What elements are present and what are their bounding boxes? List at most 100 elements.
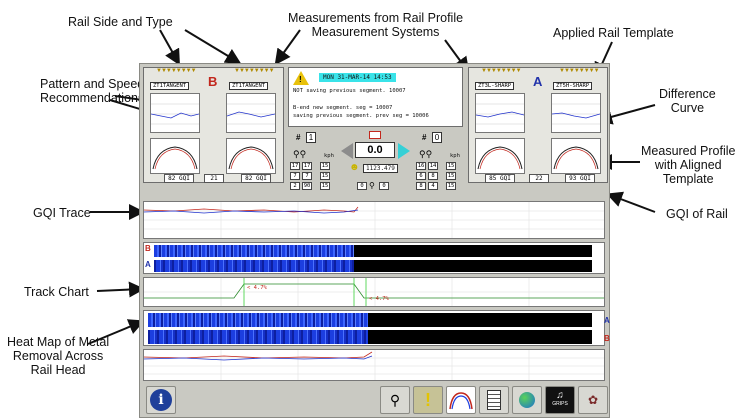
profile-button[interactable] [446, 386, 476, 414]
left-pattern-panel: # 1 ⚲⚲ kph 17 17 15 7 7 15 2 90 15 [288, 131, 338, 197]
heatmap-top-row-a [154, 260, 354, 272]
profile-icon [449, 392, 473, 410]
message-line-1: NOT saving previous segment. 10007 [293, 88, 406, 94]
left-row3-col1: 2 [290, 182, 300, 190]
grinder-icon-glyph: ♫ [556, 390, 564, 401]
operator-icon: ⚲ [389, 391, 401, 408]
position-display: 1123.479 [363, 164, 398, 173]
left-gqi-value-mid: 21 [204, 174, 224, 183]
right-row2-col2: 8 [428, 172, 438, 180]
arrow-rail-side-3 [274, 29, 301, 66]
gqi-trace-bottom [143, 349, 605, 381]
right-pattern-number[interactable]: 0 [432, 132, 442, 143]
counter-right: 0 [379, 182, 389, 190]
info-button[interactable]: i [146, 386, 176, 414]
right-row3-col3: 15 [446, 182, 456, 190]
right-pattern-panel: # 0 ⚲⚲ kph 16 14 15 6 8 15 8 4 15 [414, 131, 464, 197]
center-logo-icon [369, 131, 381, 139]
left-row2-col1: 7 [290, 172, 300, 180]
heatmap-top-label-b: B [145, 244, 151, 253]
left-template-label-2: ZT1TANGENT [229, 82, 269, 90]
report-button[interactable] [479, 386, 509, 414]
date-display: MON 31-MAR-14 14:53 [319, 73, 396, 82]
message-panel: ! MON 31-MAR-14 14:53 NOT saving previou… [288, 67, 463, 127]
arrow-gqi-rail [606, 191, 656, 213]
heatmap-bottom-row-a [148, 313, 368, 327]
center-controls: 0.0 ☻ 1123.479 0 ⚲ 0 [341, 131, 411, 197]
left-gqi-value-2: 82 GQI [241, 174, 271, 183]
globe-icon [519, 392, 535, 408]
alert-button[interactable]: ! [413, 386, 443, 414]
settings-button[interactable]: ✿ [578, 386, 608, 414]
alert-icon: ! [425, 389, 431, 410]
grinder-button[interactable]: ♫ GRIPS [545, 386, 575, 414]
settings-icon: ✿ [587, 393, 599, 407]
heatmap-top: B A [143, 242, 605, 274]
track-marker-1: < 4.7% [247, 285, 267, 291]
right-rail-panel: ▼▼▼▼▼▼▼▼ ▼▼▼▼▼▼▼▼ ZT3L-SHARP A ZT5H-SHAR… [468, 67, 608, 183]
left-gqi-value-1: 82 GQI [164, 174, 194, 183]
heatmap-bottom-label-b: B [604, 334, 610, 343]
left-row1-col2: 17 [302, 162, 312, 170]
arrow-rail-side-1 [159, 29, 180, 66]
right-row2-col1: 6 [416, 172, 426, 180]
heatmap-bottom-black-b [368, 330, 592, 344]
rail-profile-icon-right-1: ▼▼▼▼▼▼▼▼ [481, 68, 522, 74]
operator-status-icon: ☻ [349, 162, 360, 173]
heatmap-bottom-label-a: A [604, 316, 610, 325]
info-icon: i [150, 389, 172, 411]
rail-profile-icon-right-2: ▼▼▼▼▼▼▼▼ [559, 68, 600, 74]
right-row1-col1: 16 [416, 162, 426, 170]
arrow-rail-side-2 [184, 29, 242, 65]
right-row3-col2: 4 [428, 182, 438, 190]
globe-button[interactable] [512, 386, 542, 414]
left-rail-side: B [208, 74, 218, 89]
left-row3-col2: 90 [302, 182, 312, 190]
left-arrow-button[interactable] [341, 143, 353, 159]
left-template-label-1: ZT1TANGENT [150, 82, 190, 90]
message-line-3: saving previous segment. prev seg = 1000… [293, 113, 429, 119]
heatmap-top-row-b [154, 245, 354, 257]
gqi-trace-strip [143, 201, 605, 239]
heatmap-top-label-a: A [145, 260, 151, 269]
counter-rail-icon: ⚲ [369, 181, 375, 190]
heatmap-bottom-row-b [148, 330, 368, 344]
right-template-label-1: ZT3L-SHARP [475, 82, 515, 90]
left-pattern-number[interactable]: 1 [306, 132, 316, 143]
counter-left: 0 [357, 182, 367, 190]
right-gqi-value-1: 85 GQI [485, 174, 515, 183]
heatmap-top-black-a [354, 260, 592, 272]
heatmap-bottom [143, 310, 605, 346]
heatmap-top-black-b [354, 245, 592, 257]
left-pattern-hash: # [296, 133, 301, 142]
left-row2-col2: 7 [302, 172, 312, 180]
left-measured-profile-2 [226, 138, 276, 174]
left-measured-profile-1 [150, 138, 200, 174]
right-pattern-hash: # [422, 133, 427, 142]
grinder-icon: ♫ GRIPS [552, 391, 568, 409]
rail-profile-icon-left-2: ▼▼▼▼▼▼▼▼ [234, 68, 275, 74]
right-difference-curve-1 [475, 93, 525, 133]
arrow-heatmap [87, 319, 145, 345]
right-difference-curve-2 [551, 93, 601, 133]
right-row1-col2: 14 [428, 162, 438, 170]
right-rail-side: A [533, 74, 543, 89]
message-line-2: B-end new segment. seg = 10007 [293, 105, 393, 111]
arrow-track-chart [96, 281, 145, 298]
right-speed-unit: kph [450, 153, 460, 159]
left-difference-curve-2 [226, 93, 276, 133]
right-arrow-button[interactable] [398, 143, 410, 159]
right-measured-profile-1 [475, 138, 525, 174]
right-grinder-icon: ⚲⚲ [419, 149, 433, 159]
left-difference-curve-1 [150, 93, 200, 133]
left-row1-col1: 17 [290, 162, 300, 170]
report-icon [487, 390, 501, 410]
heatmap-bottom-black-a [368, 313, 592, 327]
track-marker-2: < 4.7% [369, 296, 389, 302]
right-row3-col1: 8 [416, 182, 426, 190]
left-row3-col3: 15 [320, 182, 330, 190]
right-row2-col3: 15 [446, 172, 456, 180]
right-template-label-2: ZT5H-SHARP [553, 82, 593, 90]
rail-profile-icon-left-1: ▼▼▼▼▼▼▼▼ [156, 68, 197, 74]
operator-button[interactable]: ⚲ [380, 386, 410, 414]
